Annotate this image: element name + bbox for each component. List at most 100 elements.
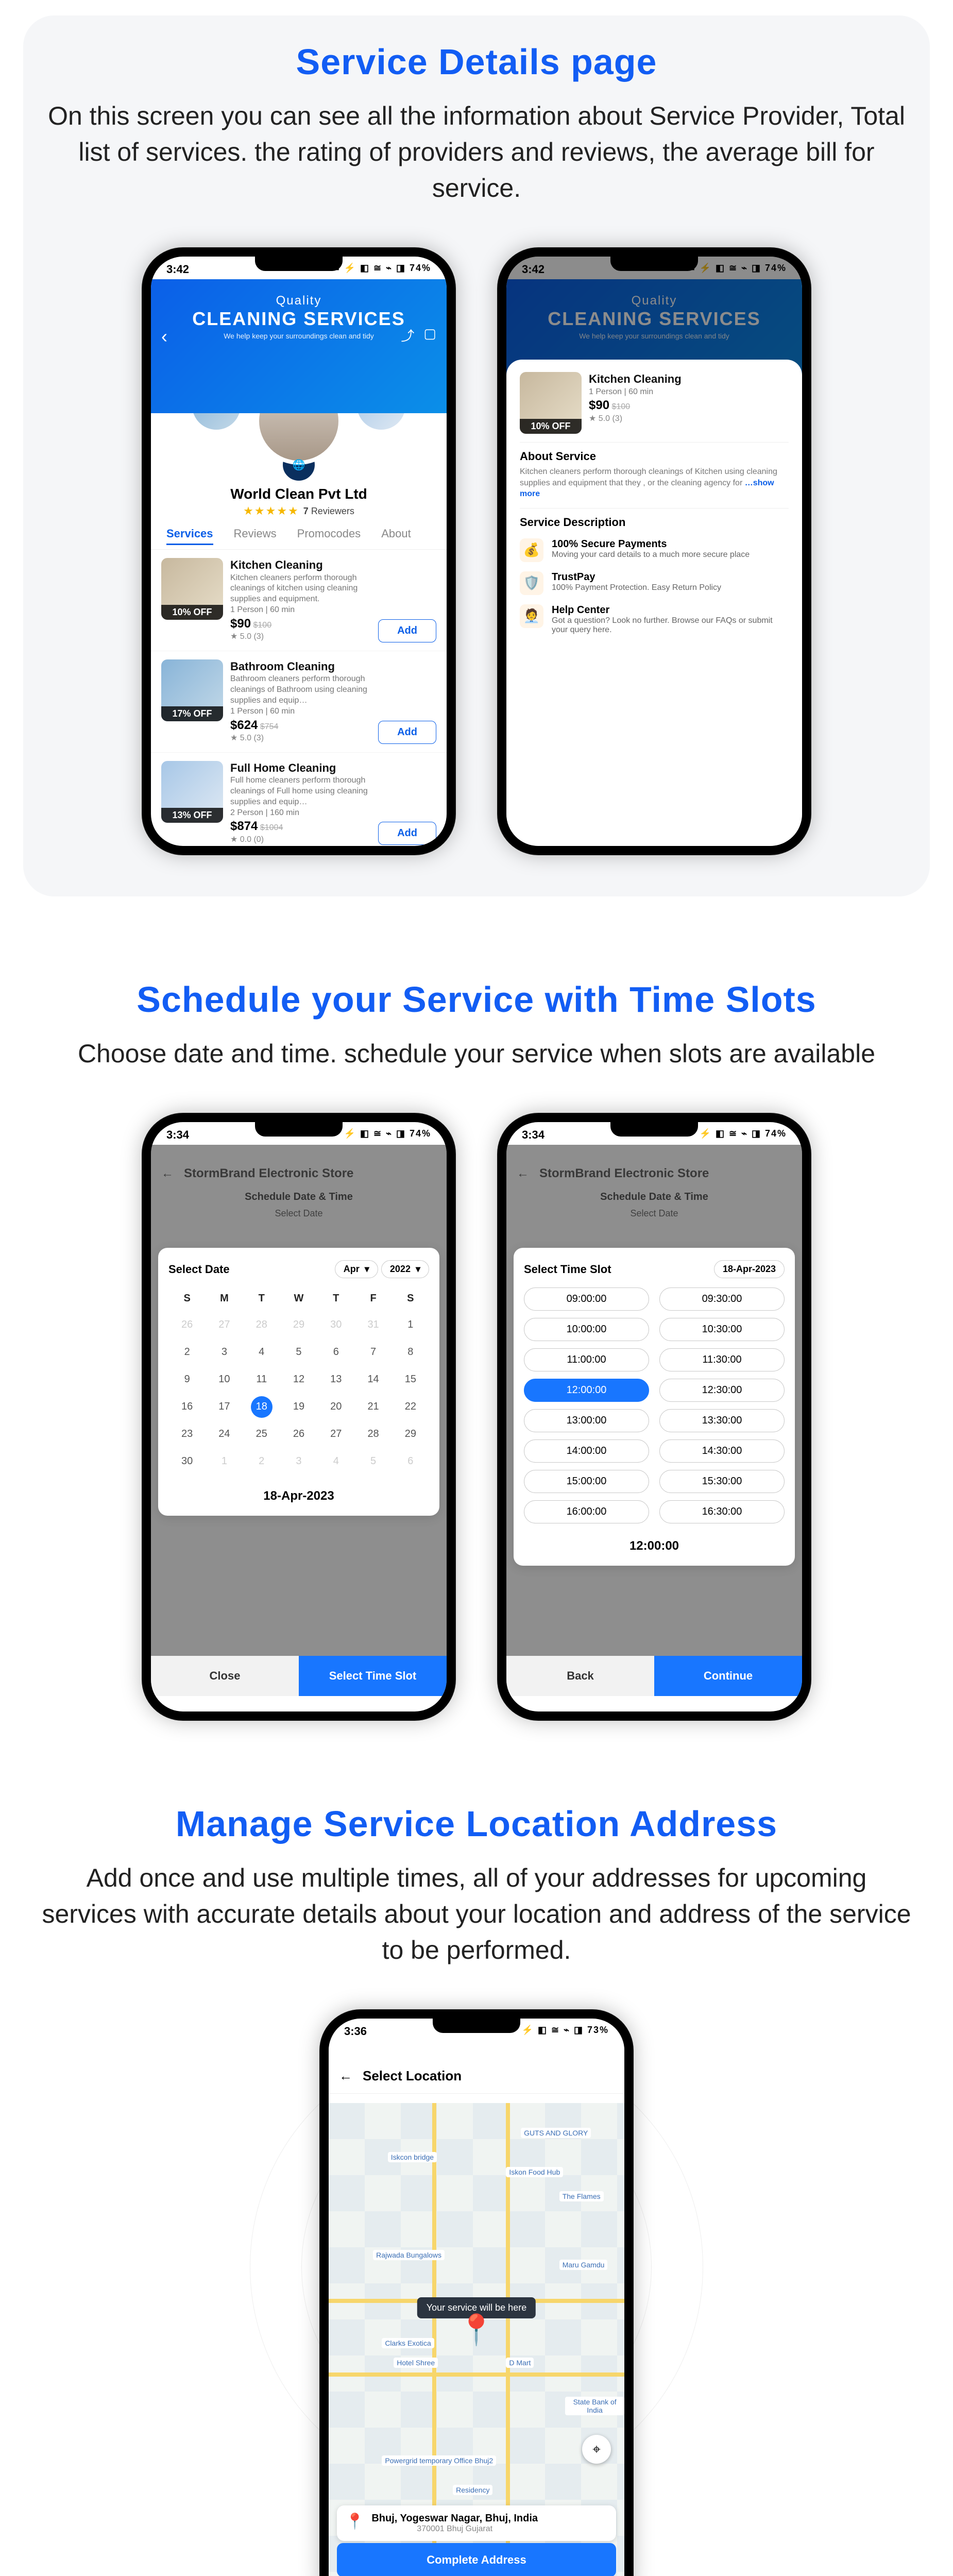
calendar-day[interactable]: 23 xyxy=(168,1422,206,1446)
calendar-day-prev[interactable]: 31 xyxy=(354,1313,392,1337)
address-line-1: Bhuj, Yogeswar Nagar, Bhuj, India xyxy=(371,2513,538,2524)
map-poi-label[interactable]: Iskon Food Hub xyxy=(506,2167,563,2177)
back-button[interactable]: Back xyxy=(506,1656,654,1696)
calendar-day[interactable]: 28 xyxy=(354,1422,392,1446)
calendar-day[interactable]: 5 xyxy=(280,1340,317,1364)
calendar-day[interactable]: 30 xyxy=(168,1449,206,1473)
time-slot-option[interactable]: 09:00:00 xyxy=(524,1287,649,1311)
service-row[interactable]: 17% OFF Bathroom Cleaning Bathroom clean… xyxy=(151,651,447,753)
time-slot-option[interactable]: 14:30:00 xyxy=(659,1439,785,1463)
time-slot-option[interactable]: 13:30:00 xyxy=(659,1409,785,1432)
time-slot-option[interactable]: 15:30:00 xyxy=(659,1470,785,1493)
calendar-day[interactable]: 29 xyxy=(392,1422,429,1446)
calendar-day[interactable]: 15 xyxy=(392,1367,429,1392)
map-poi-label[interactable]: Clarks Exotica xyxy=(382,2338,434,2348)
continue-button[interactable]: Continue xyxy=(654,1656,802,1696)
feature-title: Help Center xyxy=(552,604,789,616)
calendar-day-next[interactable]: 2 xyxy=(243,1449,280,1473)
calendar-day-next[interactable]: 4 xyxy=(317,1449,354,1473)
close-button[interactable]: Close xyxy=(151,1656,299,1696)
calendar-day[interactable]: 11 xyxy=(243,1367,280,1392)
map-poi-label[interactable]: Iskcon bridge xyxy=(388,2152,437,2162)
time-slot-option[interactable]: 09:30:00 xyxy=(659,1287,785,1311)
calendar-day[interactable]: 21 xyxy=(354,1395,392,1419)
add-button[interactable]: Add xyxy=(378,619,436,642)
service-name: Bathroom Cleaning xyxy=(230,659,371,674)
map-poi-label[interactable]: The Flames xyxy=(559,2191,604,2201)
calendar-day-prev[interactable]: 28 xyxy=(243,1313,280,1337)
section2-title: Schedule your Service with Time Slots xyxy=(23,979,930,1020)
map-poi-label[interactable]: Rajwada Bungalows xyxy=(373,2250,445,2260)
map-pin-icon[interactable]: 📍 xyxy=(458,2313,495,2348)
time-slot-option[interactable]: 11:30:00 xyxy=(659,1348,785,1371)
map-poi-label[interactable]: D Mart xyxy=(506,2358,534,2368)
section1-sub: On this screen you can see all the infor… xyxy=(39,98,914,206)
calendar-day[interactable]: 25 xyxy=(243,1422,280,1446)
time-slot-option[interactable]: 12:30:00 xyxy=(659,1379,785,1402)
service-row[interactable]: 13% OFF Full Home Cleaning Full home cle… xyxy=(151,753,447,846)
map-poi-label[interactable]: Residency xyxy=(453,2485,492,2495)
time-slot-option[interactable]: 16:30:00 xyxy=(659,1500,785,1523)
calendar-day[interactable]: 19 xyxy=(280,1395,317,1419)
complete-address-button[interactable]: Complete Address xyxy=(337,2543,616,2576)
map-poi-label[interactable]: GUTS AND GLORY xyxy=(521,2128,591,2138)
tab-promocodes[interactable]: Promocodes xyxy=(297,527,361,545)
calendar-day[interactable]: 7 xyxy=(354,1340,392,1364)
locate-me-button[interactable]: ⌖ xyxy=(582,2435,611,2464)
calendar-day-next[interactable]: 3 xyxy=(280,1449,317,1473)
calendar-day[interactable]: 2 xyxy=(168,1340,206,1364)
map-poi-label[interactable]: Hotel Shree xyxy=(394,2358,438,2368)
time-slot-option[interactable]: 16:00:00 xyxy=(524,1500,649,1523)
service-meta: 1 Person | 60 min xyxy=(230,706,371,717)
calendar-day[interactable]: 3 xyxy=(206,1340,243,1364)
calendar-day[interactable]: 22 xyxy=(392,1395,429,1419)
tab-services[interactable]: Services xyxy=(166,527,213,545)
calendar-day[interactable]: 14 xyxy=(354,1367,392,1392)
tab-about[interactable]: About xyxy=(381,527,411,545)
calendar-day[interactable]: 26 xyxy=(280,1422,317,1446)
year-selector[interactable]: 2022▾ xyxy=(381,1260,429,1278)
calendar-day[interactable]: 8 xyxy=(392,1340,429,1364)
calendar-day[interactable]: 1 xyxy=(392,1313,429,1337)
calendar-day[interactable]: 12 xyxy=(280,1367,317,1392)
back-arrow-icon[interactable]: ← xyxy=(339,2068,352,2084)
calendar-day-next[interactable]: 6 xyxy=(392,1449,429,1473)
map-poi-label[interactable]: Maru Gamdu xyxy=(559,2260,608,2270)
calendar-day-next[interactable]: 5 xyxy=(354,1449,392,1473)
calendar-day[interactable]: 9 xyxy=(168,1367,206,1392)
time-slot-option[interactable]: 10:30:00 xyxy=(659,1318,785,1341)
time-slot-option[interactable]: 13:00:00 xyxy=(524,1409,649,1432)
service-row[interactable]: 10% OFF Kitchen Cleaning Kitchen cleaner… xyxy=(151,550,447,651)
discount-badge: 13% OFF xyxy=(161,808,223,823)
map-poi-label[interactable]: State Bank of India xyxy=(565,2397,624,2415)
add-button[interactable]: Add xyxy=(378,822,436,845)
time-slot-option[interactable]: 15:00:00 xyxy=(524,1470,649,1493)
calendar-day-prev[interactable]: 30 xyxy=(317,1313,354,1337)
add-button[interactable]: Add xyxy=(378,721,436,744)
calendar-day[interactable]: 13 xyxy=(317,1367,354,1392)
selected-date-chip[interactable]: 18-Apr-2023 xyxy=(714,1260,785,1278)
calendar-day-prev[interactable]: 26 xyxy=(168,1313,206,1337)
discount-badge: 17% OFF xyxy=(161,706,223,721)
calendar-day[interactable]: 16 xyxy=(168,1395,206,1419)
calendar-day[interactable]: 27 xyxy=(317,1422,354,1446)
month-selector[interactable]: Apr▾ xyxy=(335,1260,378,1278)
calendar-day[interactable]: 20 xyxy=(317,1395,354,1419)
map-poi-label[interactable]: Powergrid temporary Office Bhuj2 xyxy=(382,2455,496,2466)
calendar-day[interactable]: 17 xyxy=(206,1395,243,1419)
time-slot-option[interactable]: 12:00:00 xyxy=(524,1379,649,1402)
calendar-day-next[interactable]: 1 xyxy=(206,1449,243,1473)
calendar-day[interactable]: 4 xyxy=(243,1340,280,1364)
calendar-day[interactable]: 24 xyxy=(206,1422,243,1446)
time-slot-option[interactable]: 10:00:00 xyxy=(524,1318,649,1341)
calendar-day[interactable]: 6 xyxy=(317,1340,354,1364)
time-slot-option[interactable]: 11:00:00 xyxy=(524,1348,649,1371)
select-time-slot-button[interactable]: Select Time Slot xyxy=(299,1656,447,1696)
calendar-day-prev[interactable]: 29 xyxy=(280,1313,317,1337)
service-name: Kitchen Cleaning xyxy=(589,372,789,387)
calendar-day[interactable]: 18 xyxy=(251,1396,273,1418)
calendar-day-prev[interactable]: 27 xyxy=(206,1313,243,1337)
time-slot-option[interactable]: 14:00:00 xyxy=(524,1439,649,1463)
tab-reviews[interactable]: Reviews xyxy=(234,527,277,545)
calendar-day[interactable]: 10 xyxy=(206,1367,243,1392)
